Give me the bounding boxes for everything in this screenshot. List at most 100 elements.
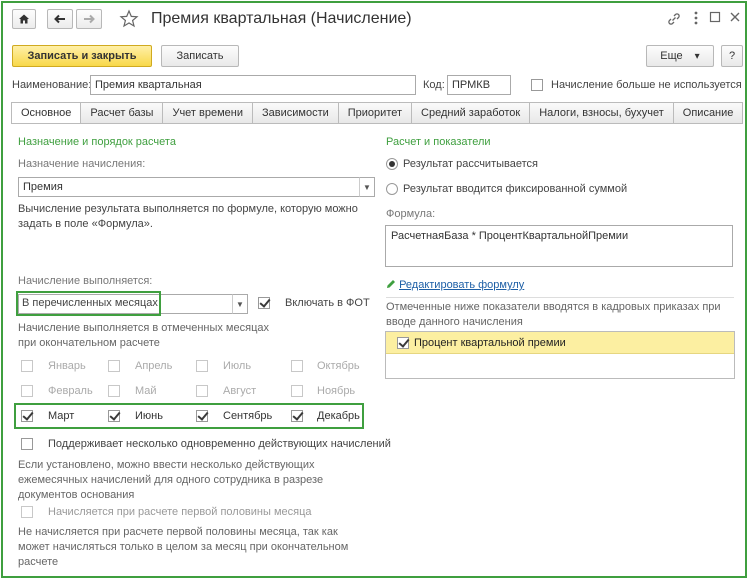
back-button[interactable] <box>47 9 73 29</box>
month-checkbox[interactable] <box>196 360 208 372</box>
dropdown-arrow-icon: ▼ <box>236 299 244 309</box>
month-checkbox[interactable] <box>196 385 208 397</box>
radio-calculated-label: Результат рассчитывается <box>403 158 538 170</box>
indicator-row[interactable]: Процент квартальной премии <box>386 332 734 354</box>
radio-calculated[interactable] <box>386 158 398 170</box>
more-vertical-icon <box>694 11 698 25</box>
tab-dependencies[interactable]: Зависимости <box>252 102 338 124</box>
first-half-checkbox[interactable] <box>21 506 33 518</box>
right-section-title: Расчет и показатели <box>386 136 491 148</box>
tab-description[interactable]: Описание <box>672 102 744 124</box>
tab-priority[interactable]: Приоритет <box>337 102 412 124</box>
month-label: Апрель <box>135 360 173 372</box>
tab-main[interactable]: Основное <box>11 102 81 124</box>
month-label: Сентябрь <box>223 410 273 422</box>
arrow-left-icon <box>54 14 65 24</box>
month-checkbox[interactable] <box>21 385 33 397</box>
month-checkbox[interactable] <box>108 360 120 372</box>
close-button[interactable] <box>729 11 743 25</box>
maximize-button[interactable] <box>709 11 723 25</box>
menu-dots-button[interactable] <box>693 10 703 28</box>
tab-divider <box>11 123 737 124</box>
link-icon-button[interactable] <box>667 12 683 26</box>
include-fot-checkbox[interactable] <box>258 297 270 309</box>
month-label: Ноябрь <box>317 385 356 397</box>
edit-formula-text: Редактировать формулу <box>399 279 525 291</box>
close-icon <box>730 12 740 22</box>
indicator-label: Процент квартальной премии <box>414 337 566 349</box>
performed-dropdown-button[interactable]: ▼ <box>232 294 248 314</box>
formula-textarea[interactable]: РасчетнаяБаза * ПроцентКвартальнойПремии <box>385 225 733 267</box>
code-input[interactable]: ПРМКВ <box>447 75 511 95</box>
home-button[interactable] <box>12 9 36 29</box>
home-icon <box>19 14 29 24</box>
month-checkbox-december[interactable] <box>291 410 303 422</box>
multi-accrual-label: Поддерживает несколько одновременно дейс… <box>48 438 391 450</box>
code-label: Код: <box>423 79 445 91</box>
more-button[interactable]: Еще ▾ <box>646 45 714 67</box>
tab-time-tracking[interactable]: Учет времени <box>162 102 252 124</box>
more-button-label: Еще <box>660 50 683 62</box>
help-button[interactable]: ? <box>721 45 743 67</box>
chevron-down-icon: ▾ <box>694 50 700 62</box>
month-checkbox-march[interactable] <box>21 410 33 422</box>
include-fot-label: Включать в ФОТ <box>285 297 370 309</box>
name-input[interactable]: Премия квартальная <box>90 75 416 95</box>
left-section-title: Назначение и порядок расчета <box>18 136 176 148</box>
month-label: Май <box>135 385 157 397</box>
multi-accrual-checkbox[interactable] <box>21 438 33 450</box>
arrow-right-icon <box>84 14 95 24</box>
save-button[interactable]: Записать <box>161 45 239 67</box>
tab-base-calc[interactable]: Расчет базы <box>80 102 163 124</box>
unused-checkbox[interactable] <box>531 79 543 91</box>
indicator-checkbox[interactable] <box>397 337 409 349</box>
maximize-icon <box>709 11 721 23</box>
first-half-description: Не начисляется при расчете первой полови… <box>18 526 349 568</box>
month-label: Август <box>223 385 257 397</box>
favorite-star-button[interactable] <box>119 9 139 29</box>
first-half-label: Начисляется при расчете первой половины … <box>48 506 312 518</box>
unused-label: Начисление больше не используется <box>551 79 742 91</box>
edit-formula-link[interactable]: Редактировать формулу <box>386 279 524 291</box>
right-divider <box>386 297 734 298</box>
month-label: Январь <box>48 360 86 372</box>
radio-fixed-label: Результат вводится фиксированной суммой <box>403 183 628 195</box>
month-checkbox[interactable] <box>21 360 33 372</box>
formula-description: Вычисление результата выполняется по фор… <box>18 203 358 230</box>
dropdown-arrow-icon: ▼ <box>363 182 371 192</box>
month-checkbox[interactable] <box>291 385 303 397</box>
tab-taxes[interactable]: Налоги, взносы, бухучет <box>529 102 673 124</box>
save-and-close-button[interactable]: Записать и закрыть <box>12 45 152 67</box>
month-label: Март <box>48 410 75 422</box>
window-title: Премия квартальная (Начисление) <box>151 10 412 27</box>
radio-fixed[interactable] <box>386 183 398 195</box>
month-label: Февраль <box>48 385 93 397</box>
performed-label: Начисление выполняется: <box>18 275 153 287</box>
months-description: Начисление выполняется в отмеченных меся… <box>18 322 269 349</box>
month-checkbox[interactable] <box>291 360 303 372</box>
month-label: Декабрь <box>317 410 360 422</box>
purpose-select[interactable]: Премия <box>18 177 360 197</box>
month-checkbox[interactable] <box>108 385 120 397</box>
purpose-dropdown-button[interactable]: ▼ <box>359 177 375 197</box>
performed-highlight <box>16 291 161 316</box>
window-frame: Премия квартальная (Начисление) Записать… <box>1 1 747 578</box>
month-label: Октябрь <box>317 360 360 372</box>
indicators-description: Отмеченные ниже показатели вводятся в ка… <box>386 301 721 328</box>
indicators-list: Процент квартальной премии <box>385 331 735 379</box>
multi-accrual-description: Если установлено, можно ввести несколько… <box>18 459 324 501</box>
purpose-label: Назначение начисления: <box>18 158 146 170</box>
forward-button[interactable] <box>76 9 102 29</box>
tab-bar: Основное Расчет базы Учет времени Зависи… <box>11 102 744 124</box>
formula-label: Формула: <box>386 208 436 220</box>
link-icon <box>668 13 680 25</box>
pencil-icon <box>387 280 395 288</box>
star-icon <box>119 9 139 28</box>
tab-average-earnings[interactable]: Средний заработок <box>411 102 530 124</box>
formula-text: РасчетнаяБаза * ПроцентКвартальнойПремии <box>391 230 629 242</box>
month-label: Июль <box>223 360 252 372</box>
month-label: Июнь <box>135 410 163 422</box>
name-label: Наименование: <box>12 79 92 91</box>
month-checkbox-september[interactable] <box>196 410 208 422</box>
month-checkbox-june[interactable] <box>108 410 120 422</box>
